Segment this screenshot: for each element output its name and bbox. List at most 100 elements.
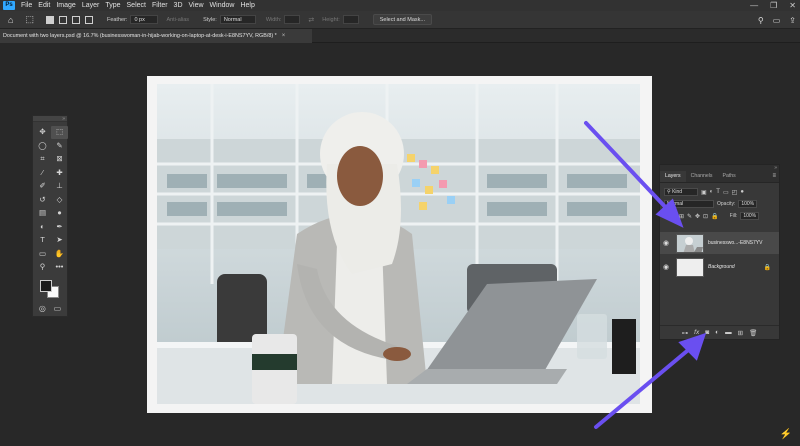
tab-paths[interactable]: Paths	[718, 171, 741, 182]
menu-edit[interactable]: Edit	[38, 2, 50, 9]
stamp-tool-icon[interactable]: ⊥	[51, 180, 68, 193]
add-selection-icon[interactable]	[58, 15, 67, 24]
lock-paint-icon[interactable]: ✎	[687, 213, 692, 220]
frame-tool-icon[interactable]: ⊠	[51, 153, 68, 166]
width-input[interactable]	[284, 15, 301, 24]
lock-artboard-icon[interactable]: ⊡	[703, 213, 708, 220]
close-window-icon[interactable]: ✕	[789, 1, 796, 10]
layer-row-businesswoman[interactable]: ◉ businesswo...-E8NS7YV	[660, 232, 779, 254]
filter-smart-icon[interactable]: ◰	[732, 189, 738, 196]
lock-all-icon[interactable]: 🔒	[711, 213, 718, 220]
tab-channels[interactable]: Channels	[686, 171, 718, 182]
menu-file[interactable]: File	[21, 2, 32, 9]
search-icon[interactable]: ⚲	[758, 16, 764, 25]
eye-icon[interactable]: ◉	[660, 263, 672, 271]
panel-menu-icon[interactable]: ≡	[772, 173, 776, 179]
swap-dimensions-icon[interactable]: ⇄	[308, 16, 314, 24]
subtract-selection-icon[interactable]	[71, 15, 80, 24]
home-icon[interactable]: ⌂	[8, 15, 13, 25]
photo-businesswoman	[157, 84, 640, 404]
type-tool-icon[interactable]: T	[34, 234, 51, 247]
eyedropper-tool-icon[interactable]: ⁄	[34, 167, 51, 180]
filter-type-icon[interactable]: T	[716, 189, 720, 195]
layer-name[interactable]: Background	[708, 264, 735, 270]
layer-name[interactable]: businesswo...-E8NS7YV	[708, 240, 762, 246]
layer-row-background[interactable]: ◉ Background 🔒	[660, 256, 779, 278]
link-icon[interactable]: ⊶	[682, 329, 689, 337]
healing-tool-icon[interactable]: ✚	[51, 167, 68, 180]
blend-mode-select[interactable]: Normal	[664, 200, 714, 208]
feather-input[interactable]: 0 px	[130, 15, 159, 24]
layer-filter-value: Kind	[672, 189, 683, 195]
tab-layers[interactable]: Layers	[660, 171, 686, 182]
select-and-mask-button[interactable]: Select and Mask...	[372, 14, 432, 25]
more-tools-icon[interactable]: •••	[51, 261, 68, 274]
menu-window[interactable]: Window	[210, 2, 235, 9]
menu-help[interactable]: Help	[240, 2, 254, 9]
shape-tool-icon[interactable]: ▭	[34, 248, 51, 261]
intersect-selection-icon[interactable]	[84, 15, 93, 24]
marquee-preset-icon[interactable]: ⬚	[25, 14, 34, 25]
lasso-tool-icon[interactable]: ◯	[34, 140, 51, 153]
watermark-logo-icon: ⚡	[779, 429, 792, 440]
layer-filter-select[interactable]: ⚲ Kind	[664, 188, 698, 196]
layer-thumbnail	[676, 257, 704, 277]
menu-select[interactable]: Select	[127, 2, 146, 9]
brush-tool-icon[interactable]: ✐	[34, 180, 51, 193]
eraser-tool-icon[interactable]: ◇	[51, 194, 68, 207]
blur-tool-icon[interactable]: ●	[51, 207, 68, 220]
menu-image[interactable]: Image	[56, 2, 75, 9]
dodge-tool-icon[interactable]: ◐	[34, 221, 51, 234]
menu-filter[interactable]: Filter	[152, 2, 168, 9]
feather-label: Feather:	[106, 16, 128, 23]
menu-type[interactable]: Type	[105, 2, 120, 9]
hand-tool-icon[interactable]: ✋	[51, 248, 68, 261]
new-layer-icon[interactable]: ⊞	[738, 329, 743, 337]
close-tab-icon[interactable]: ×	[282, 33, 286, 39]
foreground-color-swatch[interactable]	[40, 279, 52, 292]
adjustment-icon[interactable]: ◐	[715, 329, 719, 336]
filter-shape-icon[interactable]: ▭	[723, 189, 729, 196]
opacity-input[interactable]: 100%	[738, 200, 758, 208]
fill-input[interactable]: 100%	[740, 212, 760, 220]
fx-icon[interactable]: fx	[694, 329, 699, 336]
screen-mode-icon[interactable]: ▭	[54, 304, 62, 313]
menu-view[interactable]: View	[189, 2, 204, 9]
width-label: Width:	[265, 16, 282, 23]
menu-bar: Ps File Edit Image Layer Type Select Fil…	[0, 0, 800, 11]
zoom-tool-icon[interactable]: ⚲	[34, 261, 51, 274]
eye-icon[interactable]: ◉	[660, 239, 672, 247]
gradient-tool-icon[interactable]: ▤	[34, 207, 51, 220]
crop-tool-icon[interactable]: ⌗	[34, 153, 51, 166]
filter-adjustment-icon[interactable]: ◐	[710, 189, 714, 195]
quick-mask-icon[interactable]: ◎	[39, 304, 46, 313]
new-selection-icon[interactable]	[45, 15, 54, 24]
tools-panel: » ✥ ⬚ ◯ ✎ ⌗ ⊠ ⁄ ✚ ✐ ⊥ ↺ ◇ ▤ ● ◐ ✒ T ➤ ▭ ✋ ⚲ ••• ◎ ▭	[32, 115, 68, 317]
document-tab[interactable]: Document with two layers.psd @ 16.7% (bu…	[0, 29, 312, 43]
menu-layer[interactable]: Layer	[82, 2, 100, 9]
share-icon[interactable]: ⇪	[789, 16, 796, 25]
marquee-tool-icon[interactable]: ⬚	[51, 126, 68, 139]
menu-3d[interactable]: 3D	[174, 2, 183, 9]
filter-pixel-icon[interactable]: ▣	[701, 189, 707, 196]
lock-position-icon[interactable]: ✥	[695, 213, 700, 220]
pen-tool-icon[interactable]: ✒	[51, 221, 68, 234]
trash-icon[interactable]: 🗑	[749, 329, 757, 337]
height-input[interactable]	[342, 15, 359, 24]
path-select-tool-icon[interactable]: ➤	[51, 234, 68, 247]
filter-toggle-icon[interactable]: ●	[740, 189, 744, 195]
fill-label: Fill:	[729, 213, 738, 219]
minimize-icon[interactable]: —	[750, 1, 758, 10]
restore-icon[interactable]: ❐	[770, 1, 777, 10]
antialias-checkbox[interactable]: Anti-alias	[166, 17, 189, 23]
layer-thumbnail	[676, 233, 704, 253]
workspace-icon[interactable]: ▭	[773, 16, 781, 25]
canvas[interactable]	[147, 76, 652, 413]
group-icon[interactable]: ▬	[725, 329, 732, 336]
move-tool-icon[interactable]: ✥	[34, 126, 51, 139]
mask-icon[interactable]: ◙	[705, 329, 709, 336]
quick-select-tool-icon[interactable]: ✎	[51, 140, 68, 153]
lock-pixels-icon[interactable]: ⊞	[679, 213, 684, 220]
history-brush-tool-icon[interactable]: ↺	[34, 194, 51, 207]
style-select[interactable]: Normal	[219, 15, 256, 24]
